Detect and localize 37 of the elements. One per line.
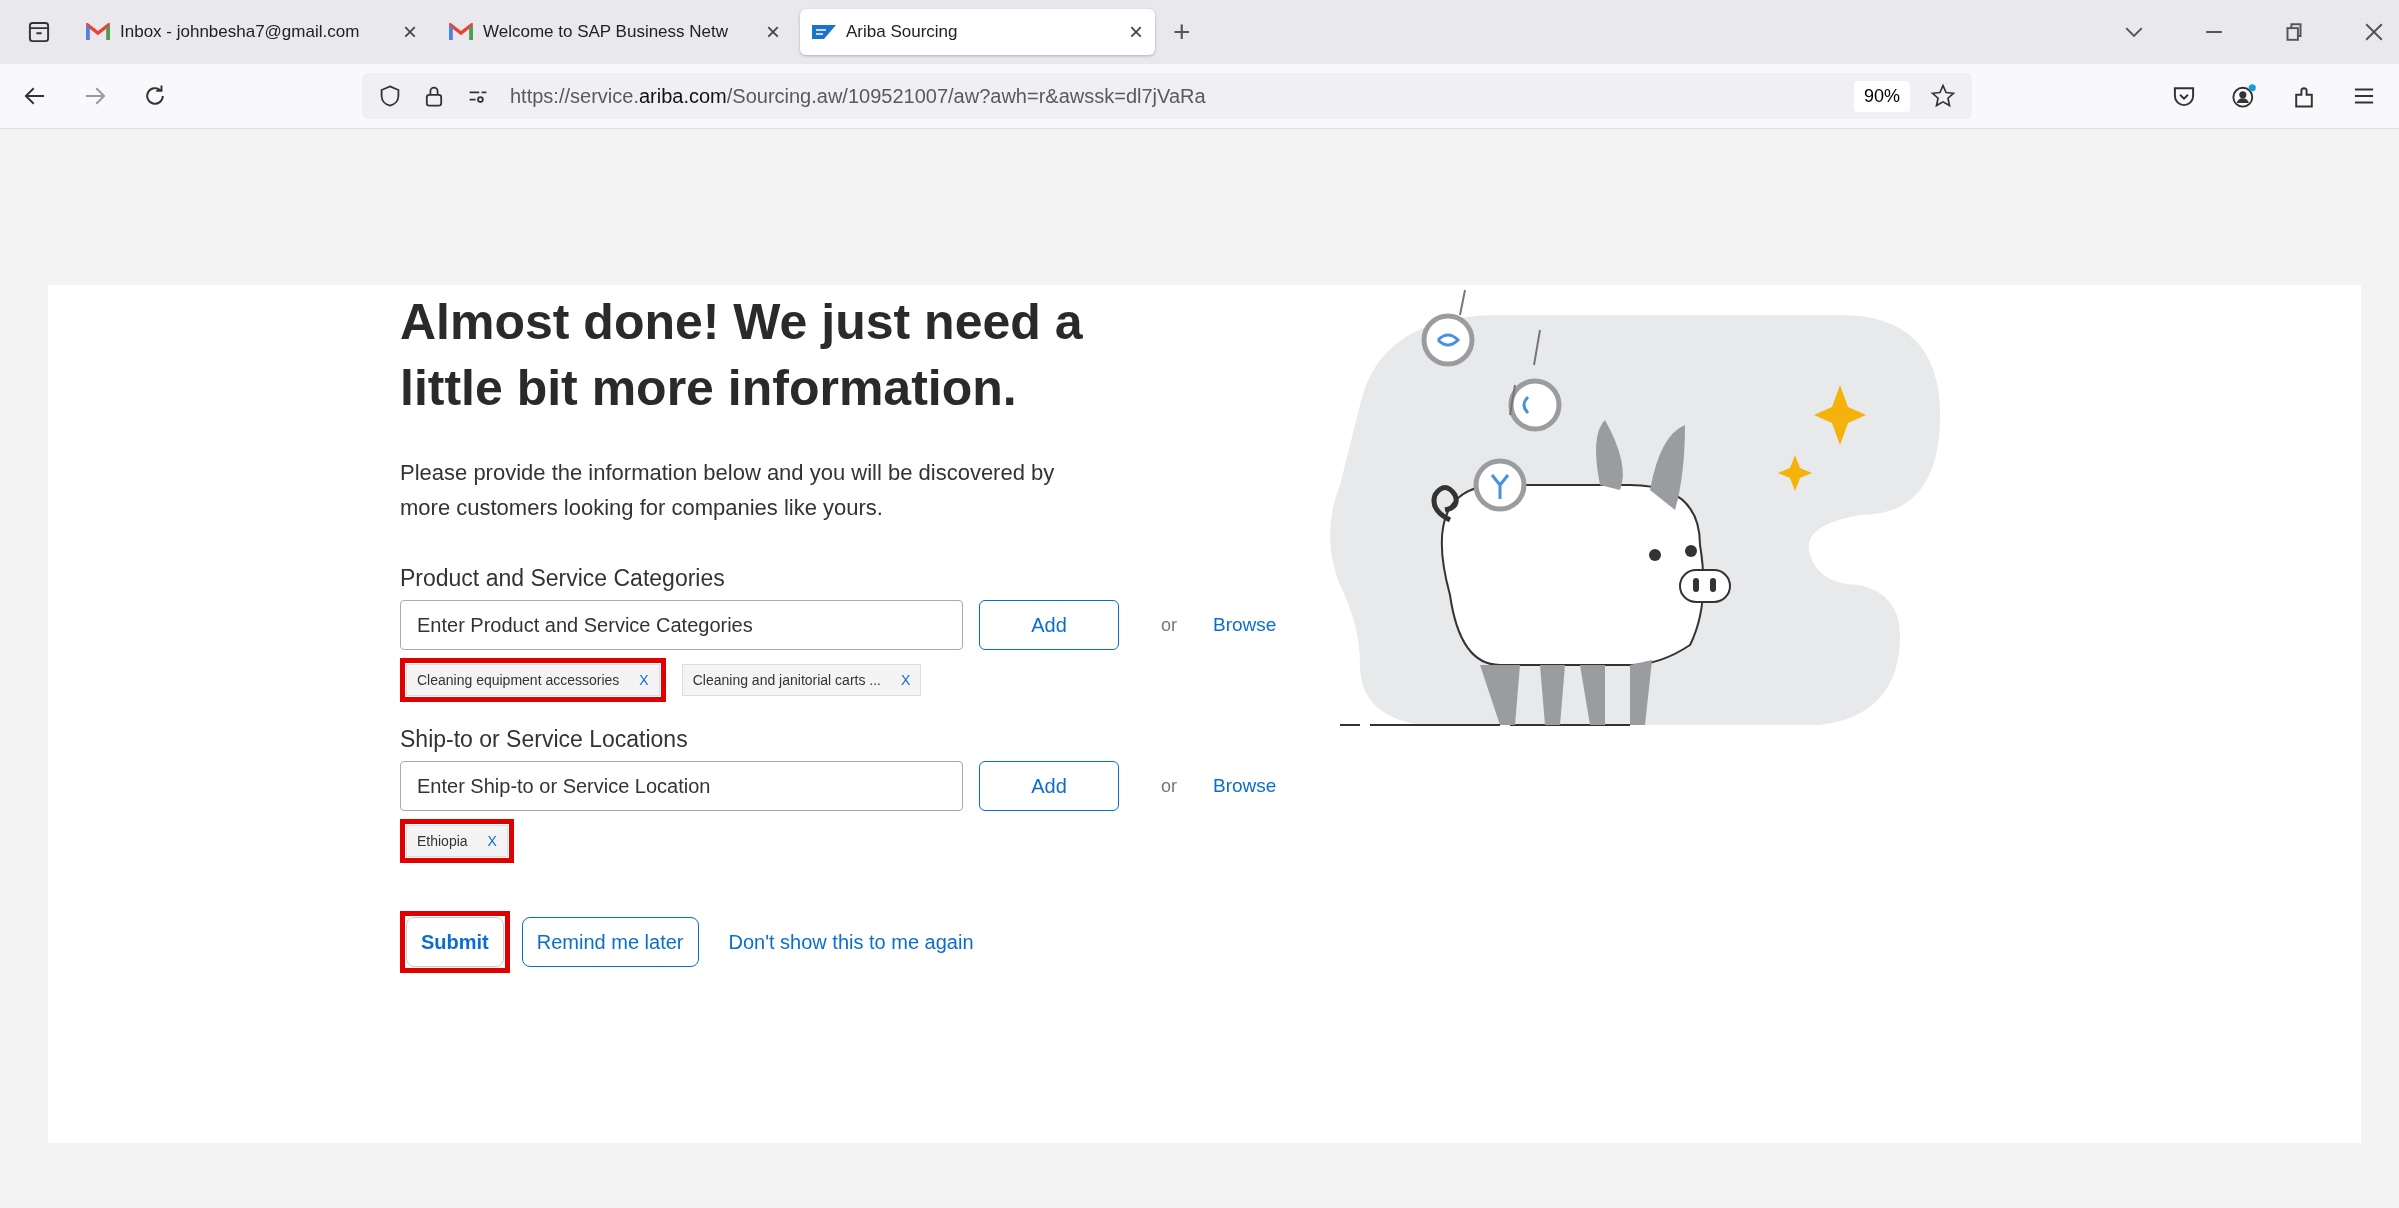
- remove-tag-button[interactable]: X: [639, 672, 649, 688]
- selected-tag: Ethiopia X: [406, 825, 508, 857]
- browse-link[interactable]: Browse: [1213, 614, 1277, 636]
- star-icon[interactable]: [1930, 83, 1956, 109]
- intro-text: Please provide the information below and you will be discovered by more customers looking for companies like yours.: [400, 459, 1056, 522]
- url-text: https://service.ariba.com/Sourcing.aw/109521007/aw?awh=r&awssk=dl7jVaRa: [510, 84, 1206, 108]
- remove-tag-button[interactable]: X: [901, 672, 911, 688]
- remind-later-button[interactable]: Remind me later: [521, 917, 699, 967]
- input-field[interactable]: Enter Ship-to or Service Location: [400, 761, 963, 811]
- close-tab-button[interactable]: ×: [403, 18, 417, 46]
- new-tab-button[interactable]: +: [1173, 15, 1191, 49]
- selected-tag: Cleaning and janitorial carts ... X: [681, 664, 922, 696]
- input-field[interactable]: Enter Product and Service Categories: [400, 600, 963, 650]
- or-text: or: [1161, 775, 1177, 797]
- mail-icon: [86, 23, 110, 41]
- or-text: or: [1161, 614, 1177, 636]
- browser-tab[interactable]: Inbox - johnbesha7@gmail.com ×: [74, 9, 429, 55]
- shield-icon: [378, 84, 402, 108]
- browser-tab[interactable]: Welcome to SAP Business Netw ×: [437, 9, 792, 55]
- selected-tag: Cleaning equipment accessories X: [406, 664, 660, 696]
- dismiss-link[interactable]: Don't show this to me again: [728, 930, 974, 953]
- field-label: Ship-to or Service Locations: [400, 726, 689, 753]
- add-button[interactable]: Add: [979, 600, 1119, 650]
- address-bar[interactable]: https://service.ariba.com/Sourcing.aw/109521007/aw?awh=r&awssk=dl7jVaRa 90%: [362, 73, 1972, 119]
- add-button[interactable]: Add: [979, 761, 1119, 811]
- field-label: Product and Service Categories: [400, 565, 726, 592]
- close-tab-button[interactable]: ×: [766, 18, 780, 46]
- page-heading: Almost done! We just need a little bit more information.: [400, 293, 1084, 418]
- browser-tab[interactable]: Ariba Sourcing ×: [800, 9, 1155, 55]
- zoom-level-button[interactable]: 90%: [1853, 80, 1910, 112]
- close-tab-button[interactable]: ×: [1129, 18, 1143, 46]
- remove-tag-button[interactable]: X: [487, 833, 497, 849]
- submit-button[interactable]: Submit: [406, 917, 504, 967]
- tab-list-icon[interactable]: [26, 19, 52, 45]
- mail-icon: [449, 23, 473, 41]
- browse-link[interactable]: Browse: [1213, 775, 1277, 797]
- account-icon[interactable]: [2231, 83, 2257, 109]
